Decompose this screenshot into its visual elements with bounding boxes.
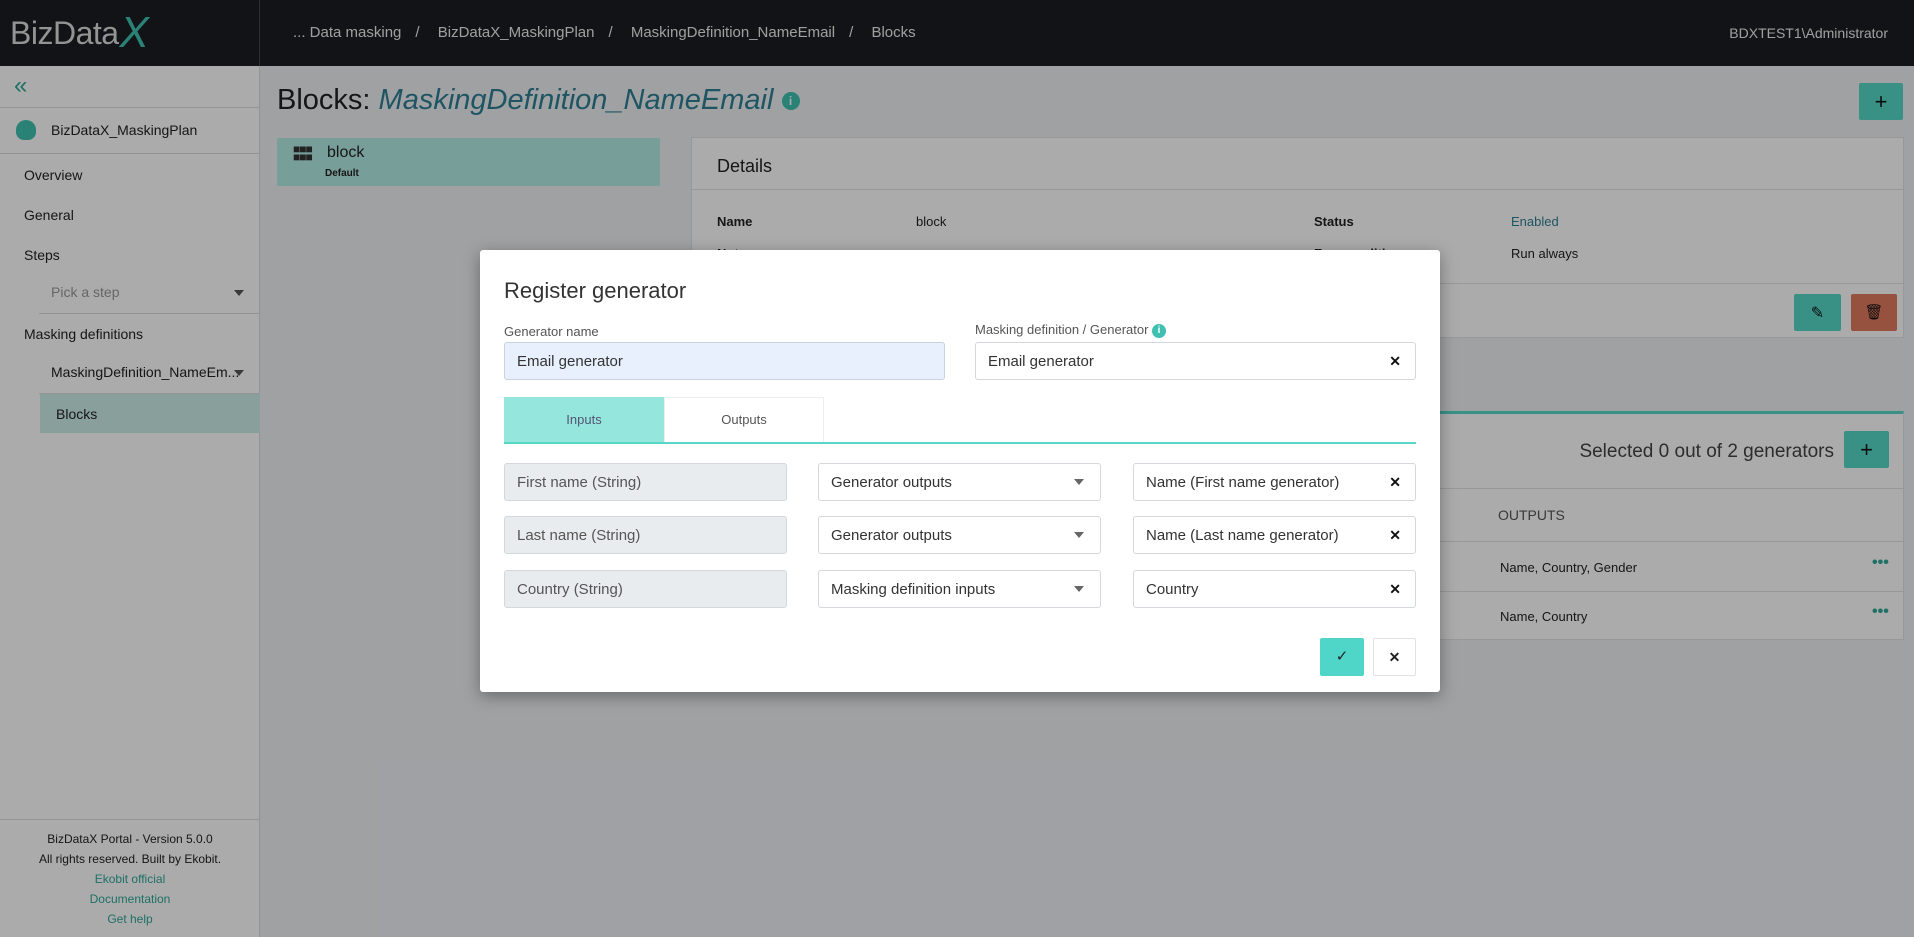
input-name-field: Last name (String) xyxy=(504,516,787,554)
chevron-down-icon xyxy=(1074,586,1084,592)
clear-icon[interactable]: ✕ xyxy=(1389,581,1401,598)
mapping-select[interactable]: Name (Last name generator) ✕ xyxy=(1133,516,1416,554)
input-name-field: First name (String) xyxy=(504,463,787,501)
clear-icon[interactable]: ✕ xyxy=(1389,527,1401,544)
generator-name-label: Generator name xyxy=(504,324,599,339)
source-select[interactable]: Masking definition inputs xyxy=(818,570,1101,608)
chevron-down-icon xyxy=(1074,532,1084,538)
generator-name-input[interactable]: Email generator xyxy=(504,342,945,380)
clear-icon[interactable]: ✕ xyxy=(1389,474,1401,491)
tab-inputs[interactable]: Inputs xyxy=(504,397,664,443)
chevron-down-icon xyxy=(1074,479,1084,485)
input-name-field: Country (String) xyxy=(504,570,787,608)
md-generator-select[interactable]: Email generator ✕ xyxy=(975,342,1416,380)
confirm-button[interactable]: ✓ xyxy=(1320,638,1364,676)
dialog-title: Register generator xyxy=(504,278,687,303)
tab-outputs[interactable]: Outputs xyxy=(664,397,824,443)
clear-icon[interactable]: ✕ xyxy=(1389,353,1401,370)
register-generator-dialog: Register generator Generator name Maskin… xyxy=(480,250,1440,692)
info-icon[interactable]: i xyxy=(1152,323,1167,338)
mapping-select[interactable]: Name (First name generator) ✕ xyxy=(1133,463,1416,501)
mapping-select[interactable]: Country ✕ xyxy=(1133,570,1416,608)
source-select[interactable]: Generator outputs xyxy=(818,463,1101,501)
md-label: Masking definition / Generator i xyxy=(975,322,1167,338)
cancel-button[interactable]: ✕ xyxy=(1373,638,1416,676)
source-select[interactable]: Generator outputs xyxy=(818,516,1101,554)
